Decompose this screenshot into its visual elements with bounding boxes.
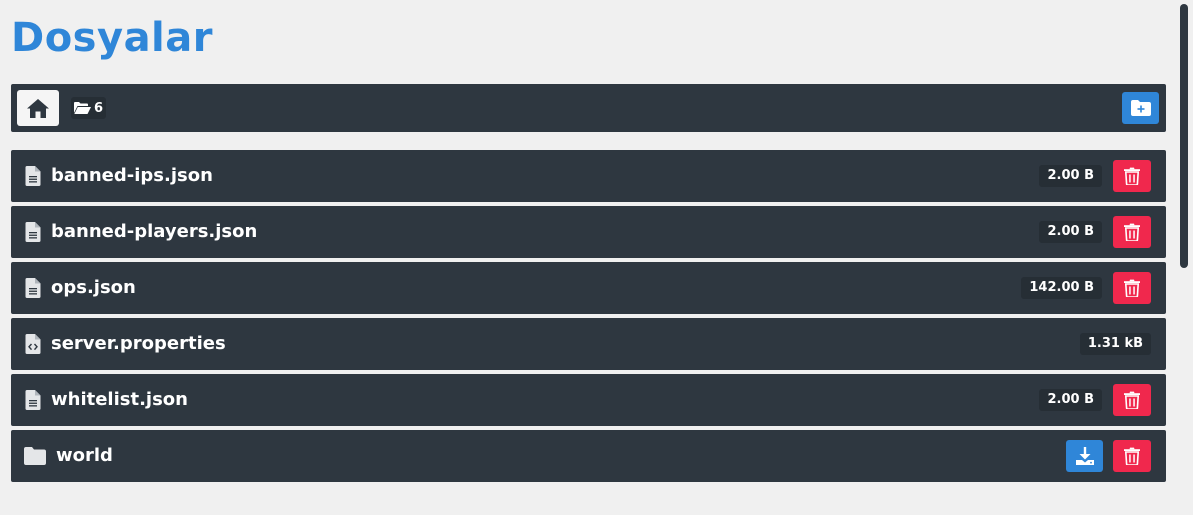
file-code-icon — [25, 334, 41, 354]
file-row-ops[interactable]: ops.json 142.00 B — [11, 262, 1166, 314]
file-name: whitelist.json — [51, 389, 188, 410]
file-name: ops.json — [51, 277, 136, 298]
file-size-badge: 1.31 kB — [1079, 333, 1151, 355]
file-name: server.properties — [51, 333, 226, 354]
folder-icon — [24, 447, 46, 465]
trash-icon — [1124, 167, 1140, 185]
folder-open-icon — [74, 102, 91, 114]
file-manager-page: Dosyalar 6 banned-ips.json 2.00 B banned… — [0, 0, 1193, 515]
trash-icon — [1124, 279, 1140, 297]
trash-icon — [1124, 447, 1140, 465]
delete-button[interactable] — [1113, 216, 1151, 248]
file-size-badge: 2.00 B — [1039, 389, 1102, 411]
delete-button[interactable] — [1113, 272, 1151, 304]
folder-name: world — [56, 445, 113, 466]
home-button[interactable] — [17, 90, 59, 126]
file-name: banned-ips.json — [51, 165, 213, 186]
file-size-badge: 2.00 B — [1039, 165, 1102, 187]
file-name: banned-players.json — [51, 221, 258, 242]
file-list: banned-ips.json 2.00 B banned-players.js… — [11, 150, 1166, 486]
download-button[interactable] — [1066, 440, 1103, 472]
file-toolbar: 6 — [11, 84, 1166, 132]
folder-plus-icon — [1130, 100, 1151, 116]
file-row-server-properties[interactable]: server.properties 1.31 kB — [11, 318, 1166, 370]
file-size-badge: 142.00 B — [1021, 277, 1102, 299]
delete-button[interactable] — [1113, 440, 1151, 472]
folder-count-badge: 6 — [71, 97, 107, 119]
file-row-banned-players[interactable]: banned-players.json 2.00 B — [11, 206, 1166, 258]
file-text-icon — [25, 222, 41, 242]
home-icon — [27, 98, 49, 118]
new-folder-button[interactable] — [1122, 92, 1159, 124]
folder-row-world[interactable]: world — [11, 430, 1166, 482]
download-icon — [1075, 447, 1094, 465]
delete-button[interactable] — [1113, 384, 1151, 416]
folder-count-value: 6 — [94, 100, 104, 116]
page-title: Dosyalar — [11, 15, 213, 61]
page-scrollbar[interactable] — [1180, 4, 1188, 268]
delete-button[interactable] — [1113, 160, 1151, 192]
file-text-icon — [25, 390, 41, 410]
file-row-whitelist[interactable]: whitelist.json 2.00 B — [11, 374, 1166, 426]
file-text-icon — [25, 278, 41, 298]
trash-icon — [1124, 223, 1140, 241]
file-size-badge: 2.00 B — [1039, 221, 1102, 243]
file-row-banned-ips[interactable]: banned-ips.json 2.00 B — [11, 150, 1166, 202]
file-text-icon — [25, 166, 41, 186]
trash-icon — [1124, 391, 1140, 409]
